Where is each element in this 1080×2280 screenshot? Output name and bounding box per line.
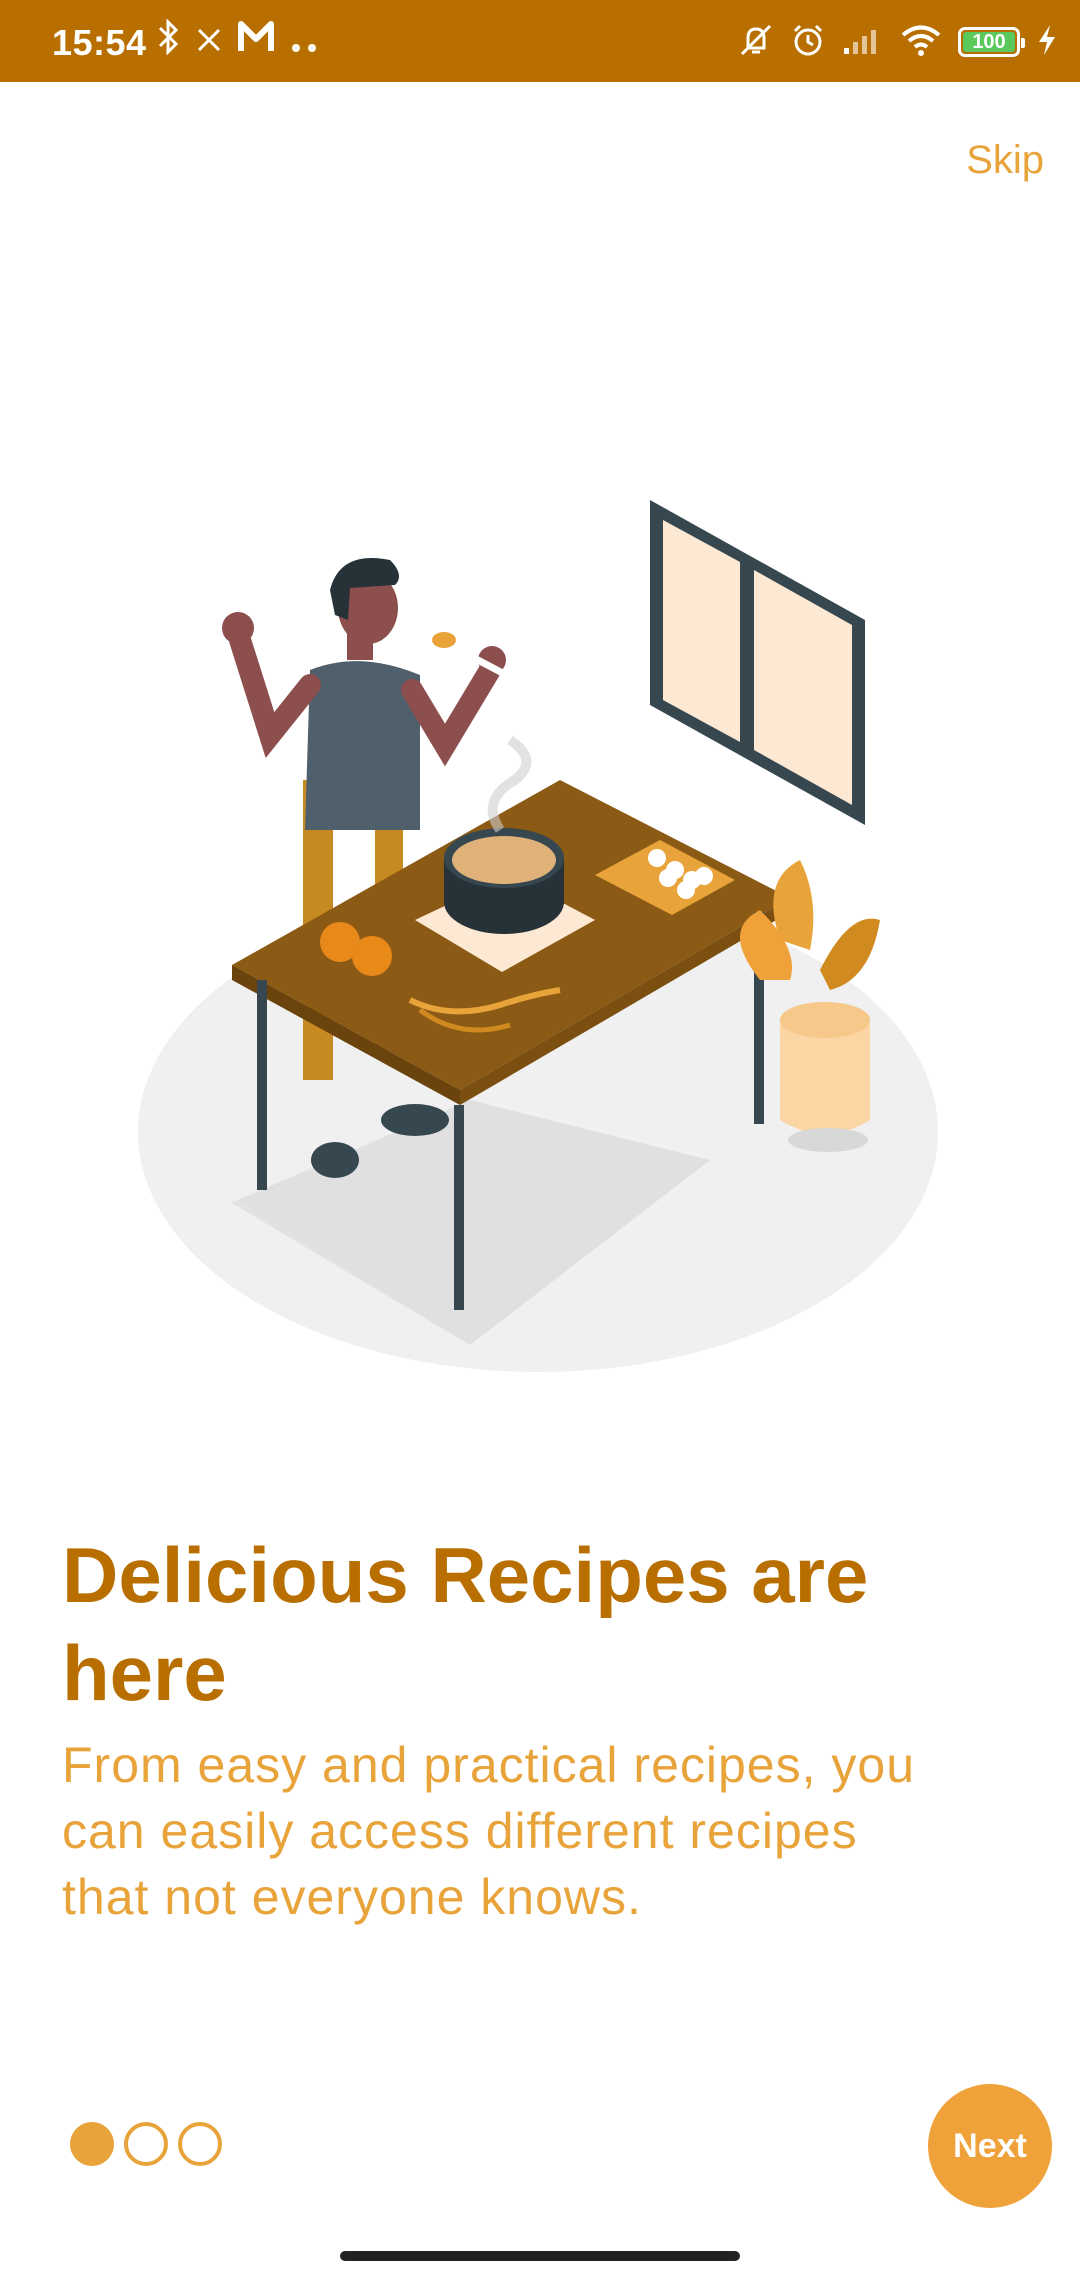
page-indicator: [70, 2122, 222, 2166]
mute-icon: [738, 22, 774, 63]
onboarding-title: Delicious Recipes are here: [62, 1531, 869, 1717]
next-button[interactable]: Next: [928, 2084, 1052, 2208]
charging-icon: [1036, 23, 1058, 62]
status-time: 15:54: [52, 22, 147, 63]
cooking-illustration: [120, 480, 960, 1380]
page-dot-3: [178, 2122, 222, 2166]
more-icon: [290, 20, 318, 64]
battery-icon: 100: [958, 27, 1025, 57]
battery-level: 100: [972, 30, 1006, 53]
onboarding-description: From easy and practical recipes, you can…: [62, 1737, 916, 1925]
bluetooth-icon: [156, 17, 180, 66]
status-notification-icons: [156, 17, 318, 66]
gmail-icon: [238, 20, 274, 64]
status-system-icons: 100: [738, 20, 1058, 64]
close-icon: [196, 20, 222, 64]
page-dot-2: [124, 2122, 168, 2166]
signal-icon: [842, 24, 884, 61]
page-dot-1: [70, 2122, 114, 2166]
home-indicator[interactable]: [340, 2251, 740, 2261]
alarm-icon: [790, 22, 826, 63]
wifi-icon: [900, 23, 942, 62]
status-bar: 15:54 100: [0, 0, 1080, 82]
skip-button[interactable]: Skip: [966, 138, 1044, 183]
